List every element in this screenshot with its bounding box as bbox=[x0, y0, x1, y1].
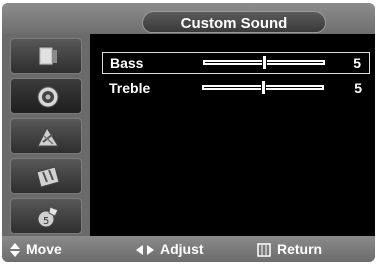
footer-move-label: Move bbox=[26, 241, 62, 257]
setting-value: 5 bbox=[354, 80, 362, 96]
setting-label: Treble bbox=[109, 80, 151, 96]
picture-icon bbox=[38, 46, 57, 66]
input-icon: 5 bbox=[37, 206, 59, 228]
sidebar-item-input[interactable]: 5 bbox=[10, 198, 82, 234]
up-down-arrow-icon bbox=[10, 243, 20, 258]
footer-adjust-label: Adjust bbox=[160, 241, 204, 257]
title-bar: Custom Sound bbox=[2, 3, 375, 34]
footer-help-bar: Move Adjust Return bbox=[2, 236, 375, 262]
sidebar-item-channel[interactable] bbox=[10, 118, 82, 154]
sidebar-item-sound[interactable] bbox=[10, 78, 82, 114]
bass-slider-thumb[interactable] bbox=[261, 55, 267, 70]
setting-row-bass[interactable]: Bass 5 bbox=[102, 52, 370, 74]
footer-move: Move bbox=[10, 241, 62, 258]
menu-icon bbox=[257, 243, 271, 258]
footer-adjust: Adjust bbox=[136, 241, 204, 257]
treble-slider-thumb[interactable] bbox=[260, 80, 266, 95]
sidebar-item-picture[interactable] bbox=[10, 38, 82, 74]
footer-return: Return bbox=[257, 241, 323, 258]
osd-menu: Custom Sound 5 Bass 5 Treble 5 Move Adju… bbox=[2, 3, 375, 262]
sidebar-item-setup[interactable] bbox=[10, 158, 82, 194]
left-right-arrow-icon bbox=[136, 245, 154, 256]
speaker-icon bbox=[37, 86, 59, 108]
sidebar: 5 bbox=[2, 34, 90, 236]
setup-icon bbox=[36, 166, 60, 188]
setting-value: 5 bbox=[353, 55, 361, 71]
svg-text:5: 5 bbox=[43, 216, 49, 227]
settings-panel: Bass 5 Treble 5 bbox=[90, 34, 375, 236]
setting-row-treble[interactable]: Treble 5 bbox=[102, 78, 370, 100]
channel-icon bbox=[37, 126, 59, 147]
setting-label: Bass bbox=[110, 55, 144, 71]
page-title: Custom Sound bbox=[180, 15, 288, 32]
title-tab: Custom Sound bbox=[142, 11, 326, 33]
footer-return-label: Return bbox=[277, 241, 323, 257]
